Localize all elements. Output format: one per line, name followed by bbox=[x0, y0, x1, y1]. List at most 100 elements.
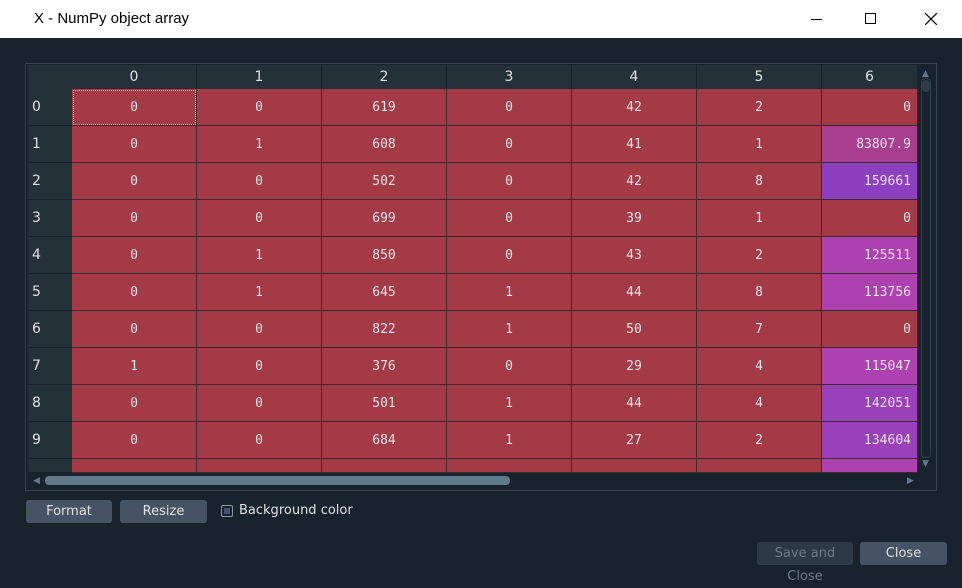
column-header-2[interactable]: 2 bbox=[322, 65, 447, 89]
scroll-down-icon[interactable]: ▼ bbox=[922, 460, 929, 469]
table-cell[interactable]: 608 bbox=[322, 126, 447, 163]
table-cell[interactable]: 0 bbox=[72, 89, 197, 126]
table-cell[interactable]: 42 bbox=[572, 89, 697, 126]
table-cell[interactable]: 1 bbox=[447, 422, 572, 459]
table-cell[interactable]: 0 bbox=[72, 163, 197, 200]
table-cell[interactable]: 0 bbox=[72, 126, 197, 163]
table-cell[interactable]: 0 bbox=[72, 422, 197, 459]
vertical-scrollbar[interactable] bbox=[921, 78, 931, 458]
table-cell[interactable]: 1 bbox=[697, 200, 822, 237]
table-cell[interactable]: 0 bbox=[72, 385, 197, 422]
table-cell[interactable]: 39 bbox=[572, 200, 697, 237]
minimize-button[interactable] bbox=[794, 0, 840, 38]
table-cell[interactable]: 2 bbox=[697, 89, 822, 126]
table-cell[interactable]: 0 bbox=[822, 200, 918, 237]
table-cell[interactable]: 0 bbox=[72, 237, 197, 274]
table-cell[interactable]: 684 bbox=[322, 422, 447, 459]
table-cell[interactable]: 1 bbox=[197, 126, 322, 163]
table-cell[interactable]: 44 bbox=[572, 274, 697, 311]
table-cell[interactable]: 1 bbox=[447, 385, 572, 422]
table-cell[interactable]: 50 bbox=[572, 311, 697, 348]
table-cell[interactable]: 83807.9 bbox=[822, 126, 918, 163]
scroll-up-icon[interactable]: ▲ bbox=[922, 70, 929, 79]
table-cell[interactable]: 0 bbox=[197, 311, 322, 348]
table-cell[interactable]: 134604 bbox=[822, 422, 918, 459]
table-cell[interactable]: 502 bbox=[322, 163, 447, 200]
table-cell[interactable]: 850 bbox=[322, 237, 447, 274]
table-cell[interactable]: 43 bbox=[572, 237, 697, 274]
scroll-left-icon[interactable]: ◀ bbox=[33, 477, 40, 486]
table-cell[interactable]: 4 bbox=[697, 385, 822, 422]
table-cell[interactable]: 0 bbox=[197, 200, 322, 237]
column-header-1[interactable]: 1 bbox=[197, 65, 322, 89]
table-cell[interactable]: 0 bbox=[447, 89, 572, 126]
table-cell[interactable]: 159661 bbox=[822, 163, 918, 200]
column-header-4[interactable]: 4 bbox=[572, 65, 697, 89]
row-header-0[interactable]: 0 bbox=[28, 89, 72, 126]
column-header-0[interactable]: 0 bbox=[72, 65, 197, 89]
row-header-4[interactable]: 4 bbox=[28, 237, 72, 274]
format-button[interactable]: Format bbox=[26, 500, 112, 523]
table-cell[interactable]: 0 bbox=[822, 89, 918, 126]
table-cell[interactable]: 44 bbox=[572, 385, 697, 422]
maximize-button[interactable] bbox=[848, 0, 894, 38]
table-cell[interactable]: 0 bbox=[447, 348, 572, 385]
table-cell[interactable]: 0 bbox=[447, 126, 572, 163]
table-cell[interactable]: 0 bbox=[72, 311, 197, 348]
row-header-1[interactable]: 1 bbox=[28, 126, 72, 163]
save-and-close-button[interactable]: Save and Close bbox=[757, 542, 853, 584]
row-header-8[interactable]: 8 bbox=[28, 385, 72, 422]
row-header-3[interactable]: 3 bbox=[28, 200, 72, 237]
table-cell[interactable]: 4 bbox=[697, 348, 822, 385]
table-cell[interactable]: 113756 bbox=[822, 274, 918, 311]
table-cell[interactable]: 0 bbox=[447, 200, 572, 237]
resize-button[interactable]: Resize bbox=[120, 500, 207, 523]
table-cell[interactable]: 1 bbox=[72, 348, 197, 385]
table-cell[interactable]: 8 bbox=[697, 163, 822, 200]
table-cell[interactable]: 125511 bbox=[822, 237, 918, 274]
vertical-scrollbar-thumb[interactable] bbox=[922, 80, 930, 92]
column-header-5[interactable]: 5 bbox=[697, 65, 822, 89]
table-cell[interactable]: 699 bbox=[322, 200, 447, 237]
table-cell[interactable]: 0 bbox=[447, 163, 572, 200]
table-cell[interactable]: 1 bbox=[697, 126, 822, 163]
row-header-6[interactable]: 6 bbox=[28, 311, 72, 348]
table-cell[interactable]: 1 bbox=[197, 274, 322, 311]
table-cell[interactable]: 42 bbox=[572, 163, 697, 200]
row-header-5[interactable]: 5 bbox=[28, 274, 72, 311]
table-cell[interactable]: 29 bbox=[572, 348, 697, 385]
table-cell[interactable]: 645 bbox=[322, 274, 447, 311]
table-cell[interactable]: 0 bbox=[197, 385, 322, 422]
row-header-2[interactable]: 2 bbox=[28, 163, 72, 200]
horizontal-scrollbar-thumb[interactable] bbox=[45, 476, 510, 485]
close-window-button[interactable] bbox=[908, 0, 954, 38]
row-header-7[interactable]: 7 bbox=[28, 348, 72, 385]
table-cell[interactable]: 142051 bbox=[822, 385, 918, 422]
table-cell[interactable]: 41 bbox=[572, 126, 697, 163]
table-cell[interactable]: 0 bbox=[197, 163, 322, 200]
table-cell[interactable]: 0 bbox=[447, 237, 572, 274]
background-color-checkbox[interactable] bbox=[221, 505, 233, 517]
table-cell[interactable]: 7 bbox=[697, 311, 822, 348]
column-header-3[interactable]: 3 bbox=[447, 65, 572, 89]
table-cell[interactable]: 0 bbox=[822, 311, 918, 348]
table-cell[interactable]: 27 bbox=[572, 422, 697, 459]
table-cell[interactable]: 0 bbox=[72, 274, 197, 311]
close-button[interactable]: Close bbox=[860, 542, 947, 565]
column-header-6[interactable]: 6 bbox=[822, 65, 918, 89]
table-cell[interactable]: 8 bbox=[697, 274, 822, 311]
table-cell[interactable]: 0 bbox=[197, 422, 322, 459]
table-cell[interactable]: 2 bbox=[697, 237, 822, 274]
table-cell[interactable]: 2 bbox=[697, 422, 822, 459]
table-cell[interactable]: 619 bbox=[322, 89, 447, 126]
table-cell[interactable]: 501 bbox=[322, 385, 447, 422]
table-cell[interactable]: 376 bbox=[322, 348, 447, 385]
table-cell[interactable]: 0 bbox=[197, 348, 322, 385]
table-cell[interactable]: 1 bbox=[447, 274, 572, 311]
table-cell[interactable]: 0 bbox=[197, 89, 322, 126]
table-cell[interactable]: 1 bbox=[447, 311, 572, 348]
row-header-9[interactable]: 9 bbox=[28, 422, 72, 459]
table-cell[interactable]: 115047 bbox=[822, 348, 918, 385]
table-cell[interactable]: 0 bbox=[72, 200, 197, 237]
scroll-right-icon[interactable]: ▶ bbox=[907, 477, 914, 486]
